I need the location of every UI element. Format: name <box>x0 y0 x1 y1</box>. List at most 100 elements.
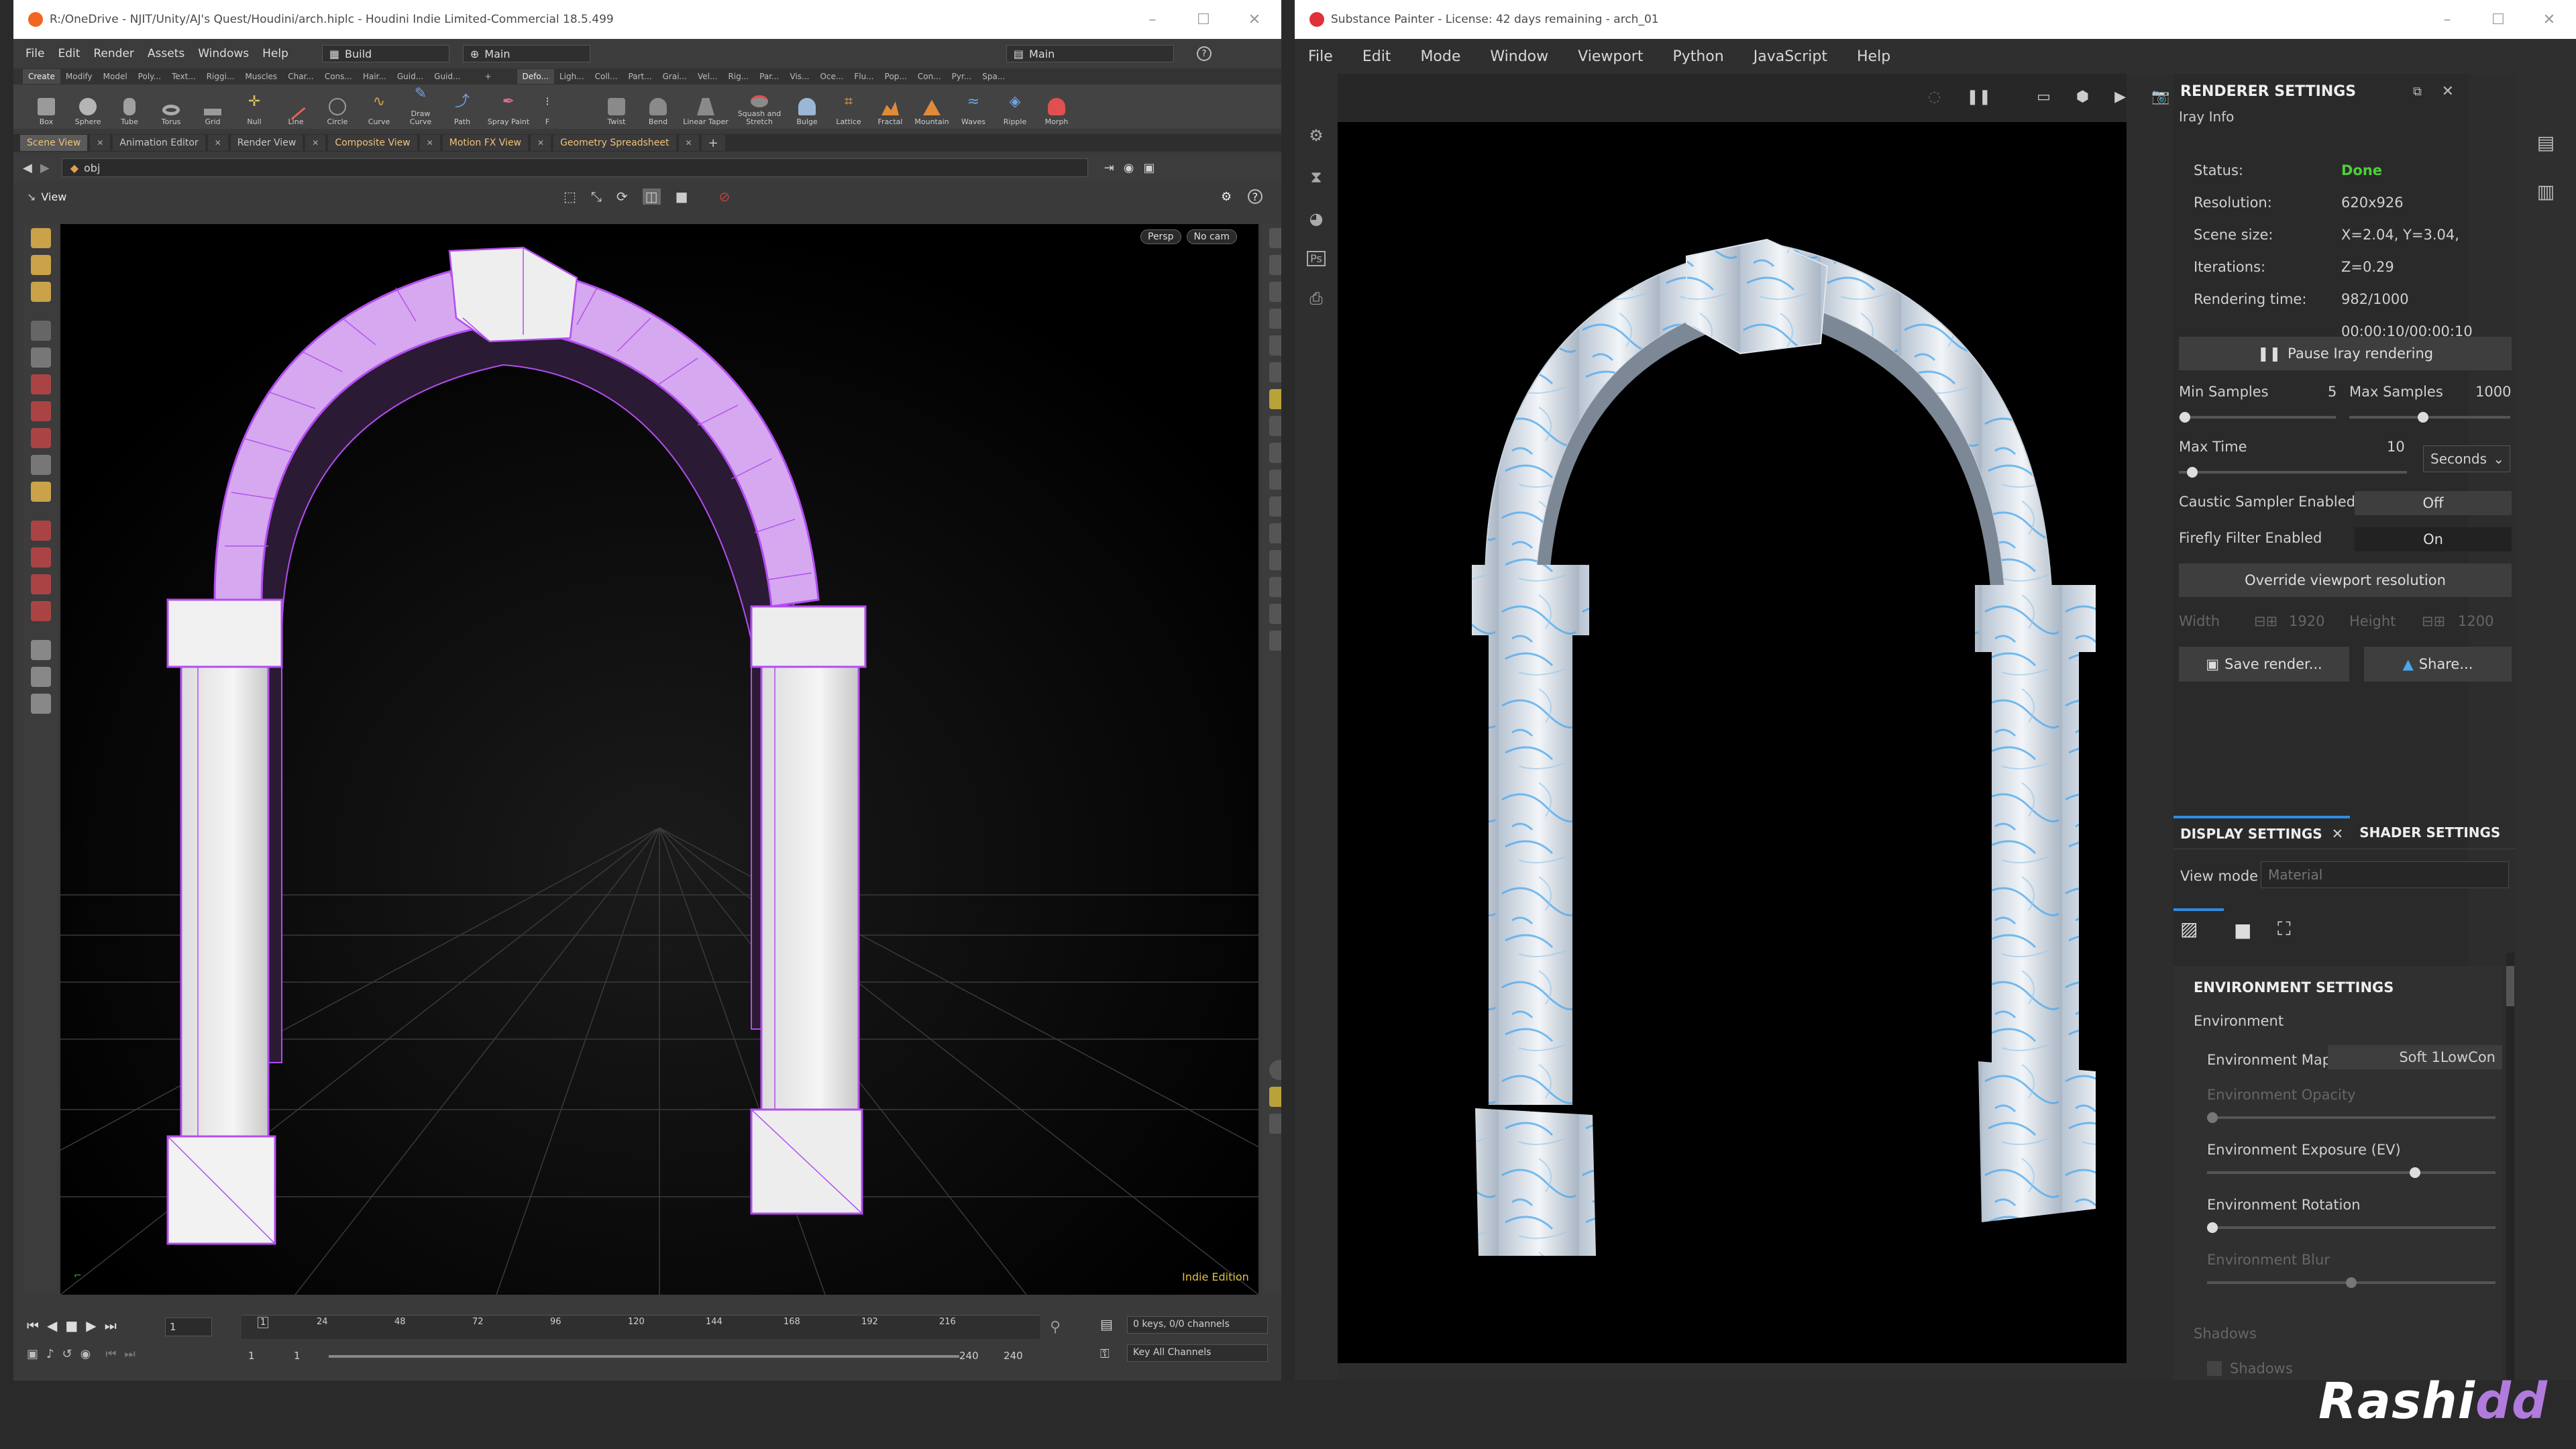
slider-knob[interactable] <box>2346 1277 2357 1288</box>
range-start[interactable]: 1 <box>248 1350 255 1362</box>
target-icon[interactable] <box>31 667 51 687</box>
close-tab-icon[interactable]: ✕ <box>419 135 440 151</box>
shelf-tab[interactable]: Coll... <box>590 69 623 84</box>
tool-path[interactable]: ⤴ Path <box>441 95 483 126</box>
tool-waves[interactable]: ≈ Waves <box>953 95 994 126</box>
pause-iray-button[interactable]: ❚❚ Pause Iray rendering <box>2179 337 2512 370</box>
screenshot-icon[interactable]: 📷 <box>2151 89 2169 105</box>
min-samples-value[interactable]: 5 <box>2328 384 2337 400</box>
caustic-toggle[interactable]: Off <box>2355 491 2512 515</box>
scrollbar-thumb[interactable] <box>2506 966 2514 1006</box>
tab-animation-editor[interactable]: Animation Editor <box>113 135 205 151</box>
display-options-icon[interactable]: ⚙ <box>1221 190 1232 204</box>
close-icon[interactable]: ✕ <box>2524 0 2575 39</box>
shelf-tab[interactable]: Model <box>98 69 133 84</box>
shelf-tab[interactable]: Oce... <box>814 69 849 84</box>
tool-grid[interactable]: Grid <box>192 109 233 126</box>
image-icon[interactable]: ▨ <box>2180 918 2198 940</box>
camera-icon[interactable] <box>1269 416 1281 436</box>
override-resolution-button[interactable]: Override viewport resolution <box>2179 564 2512 597</box>
layers-icon[interactable]: ▤ <box>2537 131 2555 154</box>
step-back-icon[interactable]: ◀ <box>47 1318 57 1334</box>
magnet-icon[interactable] <box>31 521 51 541</box>
stop-icon[interactable]: ■ <box>65 1318 78 1334</box>
max-time-slider[interactable] <box>2179 467 2407 478</box>
tool-lattice[interactable]: ⌗ Lattice <box>828 95 869 126</box>
help-icon[interactable]: ? <box>1196 46 1212 61</box>
view-mode-input[interactable] <box>2261 861 2509 888</box>
minimize-icon[interactable]: – <box>2422 0 2473 39</box>
substance-viewport[interactable] <box>1338 122 2127 1363</box>
record-icon[interactable]: ⊘ <box>718 189 730 205</box>
shelf-tab[interactable]: Ligh... <box>554 69 590 84</box>
bulb-icon[interactable] <box>1269 389 1281 409</box>
shelf-tab[interactable]: Rig... <box>722 69 754 84</box>
range-end-2[interactable]: 240 <box>1004 1350 1023 1362</box>
tool-bend[interactable]: Bend <box>637 98 679 126</box>
houdini-viewport[interactable]: Persp No cam Indie Edition ⌐ <box>60 224 1258 1295</box>
shelf-tab[interactable]: Create <box>23 69 60 84</box>
tool-f[interactable]: ⁝ F <box>534 96 561 126</box>
tool-curve[interactable]: ∿ Curve <box>358 95 400 126</box>
minimize-icon[interactable]: – <box>1127 0 1178 39</box>
shelf-tab[interactable]: Modify <box>60 69 98 84</box>
close-tab-icon[interactable]: ✕ <box>531 135 551 151</box>
snapshot-icon[interactable] <box>1269 631 1281 651</box>
tool-spray-paint[interactable]: ✒ Spray Paint <box>483 95 534 126</box>
add-shelf-icon[interactable]: + <box>479 69 496 84</box>
text-icon[interactable] <box>1269 604 1281 624</box>
tool-torus[interactable]: Torus <box>150 105 192 126</box>
pose-icon[interactable] <box>31 282 51 302</box>
lock-camera-icon[interactable] <box>1269 282 1281 302</box>
tool-linear-taper[interactable]: Linear Taper <box>679 98 733 126</box>
tool-null[interactable]: ✛ Null <box>233 95 275 126</box>
tool-sphere[interactable]: Sphere <box>67 98 109 126</box>
shelf-tab[interactable]: Flu... <box>849 69 879 84</box>
prev-key-icon[interactable]: ⏮ <box>105 1347 116 1361</box>
undock-icon[interactable]: ⧉ <box>2413 85 2422 99</box>
handle-icon[interactable] <box>31 228 51 248</box>
transform-icon[interactable]: ⟳ <box>616 189 628 205</box>
jump-start-icon[interactable]: ⏮ <box>27 1318 39 1334</box>
photoshop-icon[interactable]: Ps <box>1307 251 1326 266</box>
channel-icon[interactable]: ▤ <box>1100 1316 1113 1332</box>
close-icon[interactable]: ✕ <box>1229 0 1280 39</box>
fullscreen-icon[interactable]: ⛶ <box>2277 918 2291 941</box>
path-field[interactable]: ◆ obj <box>61 158 1088 177</box>
tab-scene-view[interactable]: Scene View <box>20 135 88 151</box>
env-rotation-slider[interactable] <box>2207 1222 2496 1233</box>
shelf-tab[interactable]: Pop... <box>879 69 912 84</box>
shelf-tab[interactable]: Poly... <box>133 69 166 84</box>
frame-icon[interactable]: ▭ <box>2037 89 2051 105</box>
camera-icon[interactable]: ▶ <box>2114 89 2126 105</box>
wireframe-icon[interactable]: ◫ <box>642 189 661 205</box>
shelf-tab[interactable]: Vel... <box>692 69 722 84</box>
range-slider[interactable] <box>329 1355 959 1358</box>
env-exposure-slider[interactable] <box>2207 1167 2496 1178</box>
panel-scrollbar[interactable] <box>2506 953 2514 1381</box>
shelf-tab[interactable]: Vis... <box>785 69 815 84</box>
play-icon[interactable]: ▶ <box>86 1318 96 1334</box>
shelf-tab[interactable]: Con... <box>912 69 947 84</box>
time-unit-dropdown[interactable]: Seconds ⌄ <box>2423 445 2510 472</box>
pause-icon[interactable]: ❚❚ <box>1966 89 1991 105</box>
shelf-tab[interactable]: Text... <box>166 69 201 84</box>
tool-draw-curve[interactable]: ✎ Draw Curve <box>400 87 441 126</box>
camera-menu[interactable]: No cam <box>1186 229 1237 244</box>
tool-line[interactable]: Line <box>275 101 317 126</box>
shelf-tab[interactable]: Hair... <box>358 69 392 84</box>
env-map-field[interactable]: Soft 1LowCon <box>2328 1045 2502 1069</box>
audio-icon[interactable]: ♪ <box>46 1347 54 1361</box>
tool-circle[interactable]: Circle <box>317 98 358 126</box>
menu-assets[interactable]: Assets <box>148 47 184 60</box>
width-value[interactable]: 1920 <box>2289 613 2324 629</box>
select-mode-icon[interactable]: ⬚ <box>564 189 576 205</box>
shadows-checkbox[interactable]: Shadows <box>2207 1360 2293 1377</box>
back-icon[interactable]: ◀ <box>23 161 32 175</box>
tool-fractal[interactable]: Fractal <box>869 98 911 126</box>
magnet-icon[interactable] <box>31 547 51 568</box>
shaded-icon[interactable]: ■ <box>676 189 688 205</box>
edge-icon[interactable] <box>1269 577 1281 597</box>
numbers-icon[interactable] <box>1269 523 1281 543</box>
save-render-button[interactable]: ▣ Save render... <box>2179 647 2349 682</box>
